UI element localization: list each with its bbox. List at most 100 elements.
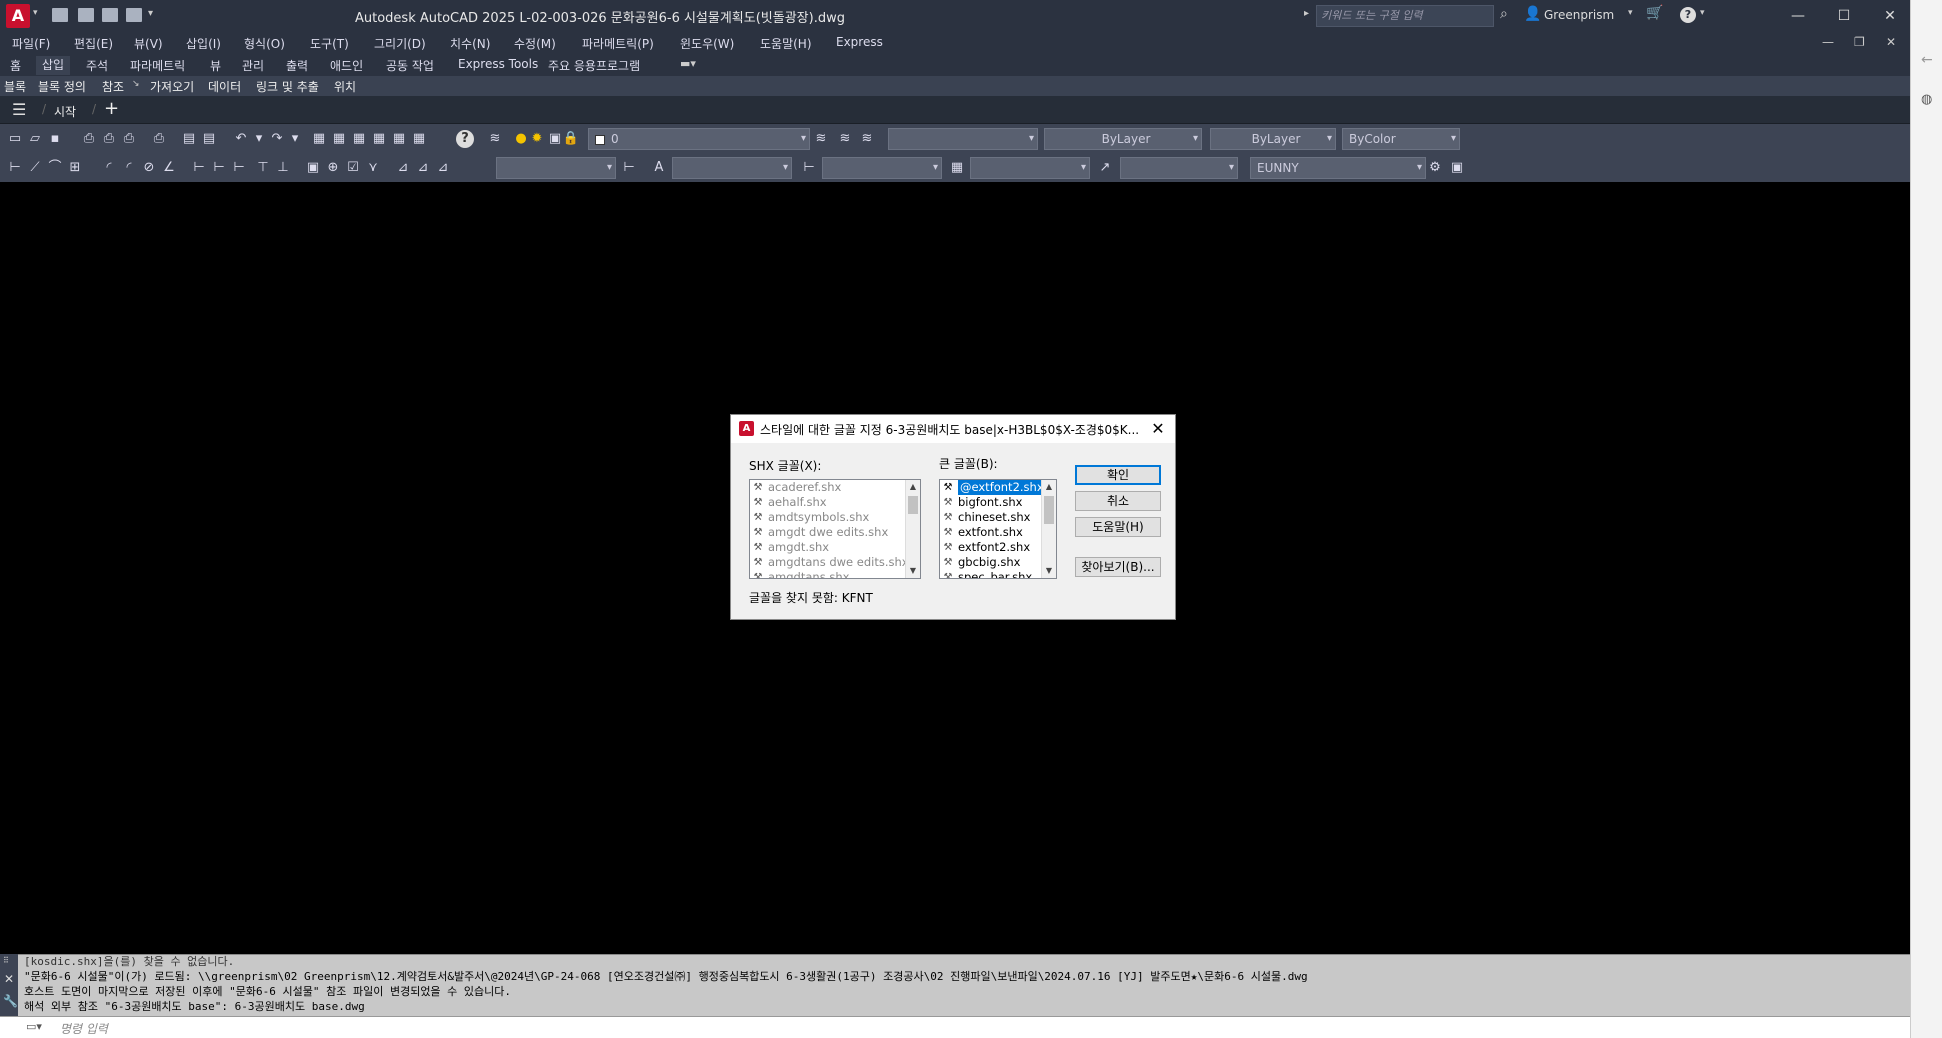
menu-draw[interactable]: 그리기(D) [374,35,426,52]
toolbar-lock-icon[interactable]: ▣ [1448,159,1466,177]
new-icon[interactable]: ▭ [6,130,24,148]
tab-express-tools[interactable]: Express Tools [458,57,538,71]
jogged-linear-icon[interactable]: ⋎ [364,159,382,177]
mleader-style-icon[interactable]: ↗ [1096,159,1114,177]
aligned-dim-icon[interactable]: ⟋ [26,159,44,177]
mleader-combo[interactable]: ▾ [970,157,1090,179]
expand-arrow-icon[interactable]: ▸ [1304,8,1309,19]
redo-icon[interactable]: ↷ [268,130,286,148]
chevron-down-icon[interactable]: ▾ [933,158,938,178]
list-item[interactable]: ⚒ amgdtans.shx [750,570,920,578]
chevron-down-icon[interactable]: ▾ [1451,129,1456,149]
panel-linking[interactable]: 링크 및 추출 [256,78,319,95]
command-prompt-icon[interactable]: ▭▾ [26,1020,42,1033]
properties-icon[interactable]: ▦ [310,130,328,148]
dim-style-icon[interactable]: ⊢ [620,159,638,177]
hamburger-menu-icon[interactable]: ☰ [12,100,26,119]
back-arrow-icon[interactable]: ← [1921,52,1933,68]
panel-block-definition[interactable]: 블록 정의 [38,78,86,95]
big-font-list[interactable]: ⚒ @extfont2.shx ⚒ bigfont.shx ⚒ chineset.shx ⚒… [939,479,1057,579]
save-icon[interactable]: ▪ [46,130,64,148]
list-item[interactable]: ⚒ amgdt.shx [750,540,920,555]
angular-dim-icon[interactable]: ∠ [160,159,178,177]
user-icon[interactable]: 👤 [1524,6,1541,22]
command-grip[interactable]: ⠿ ✕ 🔧 [0,954,18,1016]
ordinate-dim-icon[interactable]: ⊞ [66,159,84,177]
scroll-thumb[interactable] [908,496,918,514]
tab-annotate[interactable]: 주석 [86,57,108,74]
tolerance-icon[interactable]: ▣ [304,159,322,177]
inspection-icon[interactable]: ☑ [344,159,362,177]
help-icon[interactable]: ? [456,130,474,148]
tab-insert[interactable]: 삽입 [36,56,71,75]
ribbon-toggle-icon[interactable]: ▬▾ [680,57,696,70]
scroll-up-icon[interactable]: ▲ [906,480,920,494]
tab-home[interactable]: 홈 [10,57,21,74]
tab-parametric[interactable]: 파라메트릭 [130,57,185,74]
menu-view[interactable]: 뷰(V) [134,35,163,52]
calculator-icon[interactable]: ▦ [410,130,428,148]
search-icon[interactable]: ⌕ [1500,6,1508,22]
text-style-icon[interactable]: A [650,159,668,177]
layer-combo[interactable]: 0 ▾ [588,128,810,150]
scroll-down-icon[interactable]: ▼ [906,564,920,578]
menu-file[interactable]: 파일(F) [12,35,50,52]
continue-dim-icon[interactable]: ⊢ [230,159,248,177]
dialog-title-bar[interactable]: A 스타일에 대한 글꼴 지정 6-3공원배치도 base|x-H3BL$0$X… [731,415,1175,443]
menu-insert[interactable]: 삽입(I) [186,35,221,52]
tab-collaborate[interactable]: 공동 작업 [386,57,434,74]
user-dropdown-icon[interactable]: ▾ [1628,8,1633,18]
center-mark-icon[interactable]: ⊕ [324,159,342,177]
shx-font-list[interactable]: ⚒ acaderef.shx ⚒ aehalf.shx ⚒ amdtsymbols.shx… [749,479,921,579]
plot-icon[interactable]: ⎙ [80,130,98,148]
panel-import[interactable]: 가져오기 [150,78,194,95]
list-item[interactable]: ⚒ aehalf.shx [750,495,920,510]
cart-icon[interactable]: 🛒 [1646,5,1663,21]
jogged-dim-icon[interactable]: ◜ [120,159,138,177]
plot-manager-icon[interactable]: ⎙ [150,130,168,148]
tab-addins[interactable]: 애드인 [330,57,363,74]
user-name[interactable]: Greenprism [1544,8,1614,22]
chevron-down-icon[interactable]: ▾ [1417,158,1422,178]
chevron-down-icon[interactable]: ▾ [801,129,806,149]
close-icon[interactable]: ✕ [1870,4,1910,28]
cancel-button[interactable]: 취소 [1075,491,1161,511]
tab-view[interactable]: 뷰 [210,57,221,74]
dim-style-manager-icon[interactable]: ⊢ [800,159,818,177]
lineweight-combo[interactable]: ByLayer ▾ [1210,128,1336,150]
undo-dropdown-icon[interactable]: ▾ [250,130,268,148]
list-item[interactable]: ⚒ amgdt dwe edits.shx [750,525,920,540]
layer-state-icon[interactable]: ≋ [858,130,876,148]
list-item[interactable]: ⚒ @extfont2.shx [940,480,1056,495]
linetype-combo[interactable]: ByLayer ▾ [1044,128,1202,150]
command-input[interactable]: 명령 입력 [60,1020,108,1037]
chevron-down-icon[interactable]: ▾ [783,158,788,178]
command-input-bar[interactable]: ▭▾ 명령 입력 [0,1016,1910,1038]
chevron-down-icon[interactable]: ▾ [1081,158,1086,178]
layer-properties-icon[interactable]: ≋ [486,130,504,148]
diameter-dim-icon[interactable]: ⊘ [140,159,158,177]
doc-close-icon[interactable]: ✕ [1886,35,1896,49]
menu-format[interactable]: 형식(O) [244,35,285,52]
chevron-down-icon[interactable]: ▾ [1327,129,1332,149]
tab-output[interactable]: 출력 [286,57,308,74]
publish-icon[interactable]: ⎙ [120,130,138,148]
chevron-down-icon[interactable]: ▾ [1193,129,1198,149]
menu-dimension[interactable]: 치수(N) [450,35,490,52]
ok-button[interactable]: 확인 [1075,465,1161,485]
search-input[interactable]: 키워드 또는 구절 입력 [1316,5,1494,27]
sheet-set-icon[interactable]: ▦ [370,130,388,148]
customize-wrench-icon[interactable]: 🔧 [3,994,18,1008]
plotstyle-combo[interactable]: ByColor ▾ [1342,128,1460,150]
tab-featured-apps[interactable]: 주요 응용프로그램 [548,57,640,74]
menu-help[interactable]: 도움말(H) [760,35,812,52]
list-item[interactable]: ⚒ chineset.shx [940,510,1056,525]
help-icon[interactable]: ? [1680,7,1696,23]
chevron-down-icon[interactable]: ▾ [1029,129,1034,149]
list-item[interactable]: ⚒ amgdtans dwe edits.shx [750,555,920,570]
table-style-icon[interactable]: ▦ [948,159,966,177]
linear-dim-icon[interactable]: ⊢ [6,159,24,177]
style-combo[interactable]: EUNNY ▾ [1250,157,1426,179]
dim-space-icon[interactable]: ⊤ [254,159,272,177]
quick-dim-icon[interactable]: ⊢ [190,159,208,177]
